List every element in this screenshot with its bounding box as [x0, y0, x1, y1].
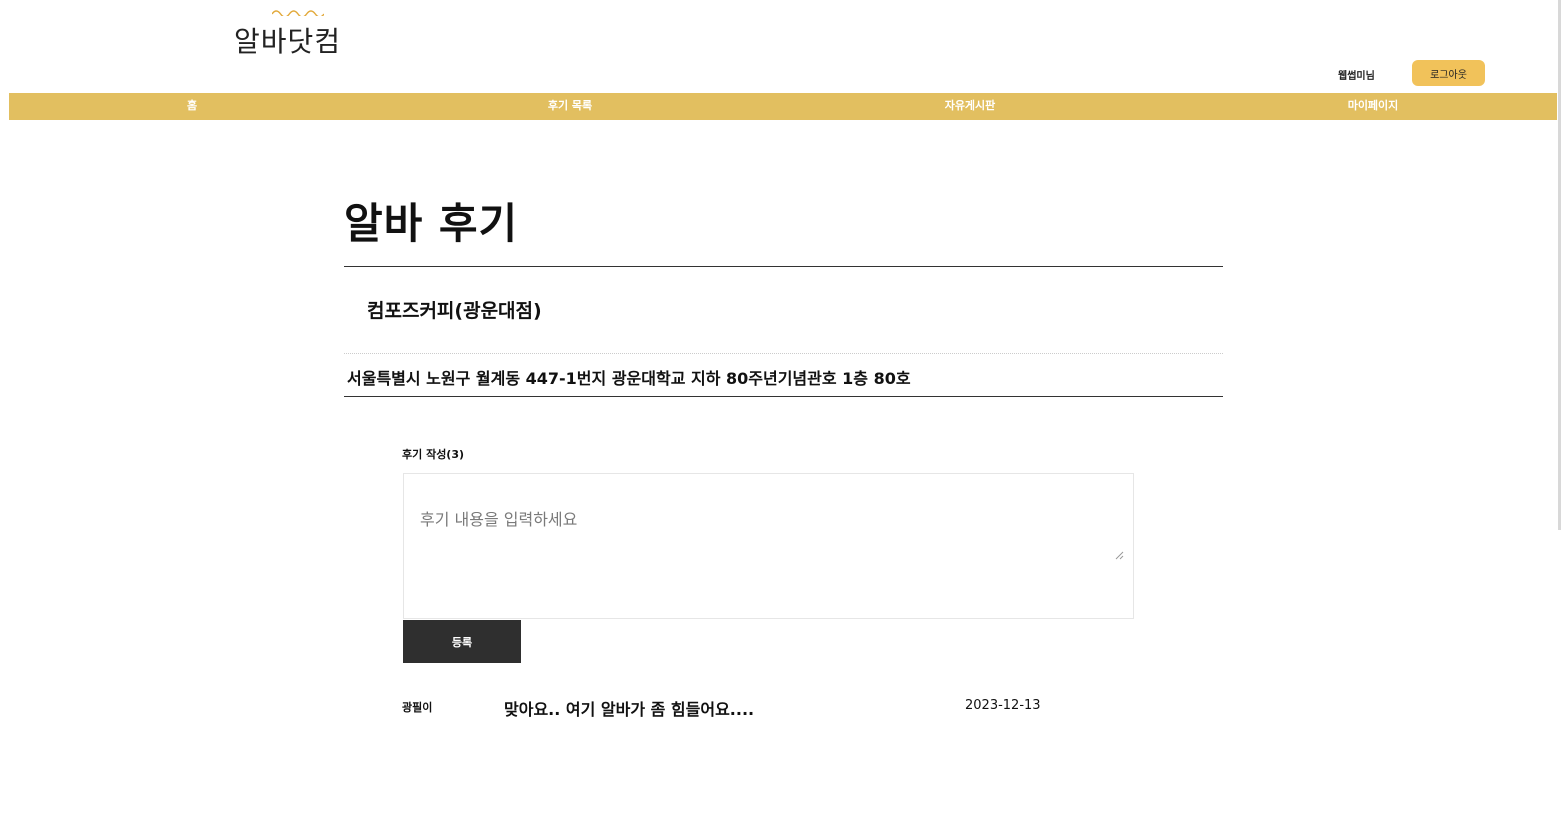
user-greeting: 웹썹미님 — [1338, 71, 1375, 82]
nav-item-mypage[interactable]: 마이페이지 — [1348, 93, 1399, 120]
logout-button[interactable]: 로그아웃 — [1412, 60, 1485, 86]
review-textarea[interactable] — [403, 473, 1134, 619]
site-logo[interactable]: 알바닷컴 — [234, 10, 342, 60]
main-nav: 홈 후기 목록 자유게시판 마이페이지 — [9, 93, 1557, 120]
resize-handle-icon[interactable] — [1114, 550, 1124, 560]
review-content[interactable]: 맞아요.. 여기 알바가 좀 힘들어요.... — [504, 696, 754, 720]
vertical-scrollbar[interactable] — [1558, 0, 1561, 530]
nav-item-review-list[interactable]: 후기 목록 — [548, 93, 592, 120]
page: 알바닷컴 웹썹미님 로그아웃 홈 후기 목록 자유게시판 마이페이지 알바 후기… — [0, 0, 1562, 840]
review-count-label: 후기 작성(3) — [402, 448, 465, 461]
logo-wave-icon — [272, 10, 324, 16]
store-address: 서울특별시 노원구 월계동 447-1번지 광운대학교 지하 80주년기념관호 … — [347, 369, 911, 388]
divider — [344, 396, 1223, 397]
logo-text: 알바닷컴 — [234, 25, 342, 58]
submit-review-button[interactable]: 등록 — [403, 620, 521, 663]
divider — [344, 266, 1223, 267]
review-author: 광필이 — [402, 701, 433, 714]
store-name: 컴포즈커피(광운대점) — [367, 300, 542, 322]
review-date: 2023-12-13 — [965, 698, 1041, 713]
page-title: 알바 후기 — [344, 199, 519, 248]
divider — [344, 353, 1223, 354]
nav-item-home[interactable]: 홈 — [187, 93, 197, 120]
nav-item-free-board[interactable]: 자유게시판 — [945, 93, 996, 120]
